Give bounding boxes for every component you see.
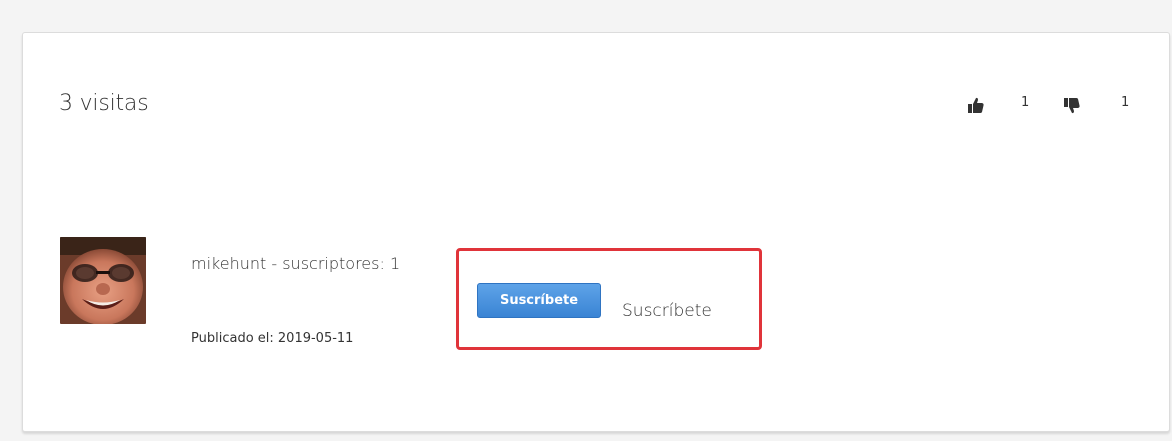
subscribe-button[interactable]: Suscríbete: [477, 283, 601, 318]
published-date: Publicado el: 2019-05-11: [191, 331, 354, 346]
dislike-count: 1: [1121, 95, 1130, 110]
view-count: 3 visitas: [59, 91, 149, 116]
subscribe-label: Suscríbete: [622, 301, 712, 321]
vote-bar: 1 1: [967, 94, 1157, 116]
thumbs-up-icon[interactable]: [967, 96, 985, 114]
thumbs-down-icon[interactable]: [1063, 97, 1081, 115]
video-info-card: 3 visitas 1 1 mikehunt - suscriptores: 1…: [22, 32, 1170, 432]
author-avatar[interactable]: [60, 237, 146, 324]
like-count: 1: [1021, 95, 1030, 110]
author-subscribers[interactable]: mikehunt - suscriptores: 1: [191, 254, 400, 273]
